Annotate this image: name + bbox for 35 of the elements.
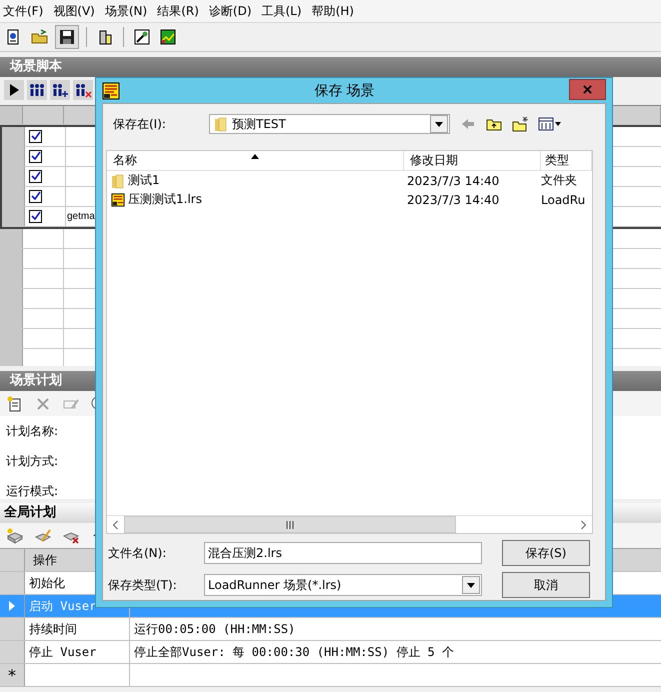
- file-name[interactable]: 测试1: [128, 172, 160, 189]
- folder-dropdown[interactable]: 预测TEST: [209, 114, 450, 134]
- panel-title: 场景脚本: [0, 57, 661, 77]
- file-name[interactable]: 压测测试1.lrs: [128, 191, 202, 208]
- field-label: 计划方式:: [5, 453, 60, 470]
- save-button[interactable]: 保存(S): [502, 540, 590, 566]
- column-header[interactable]: 修改日期: [404, 151, 541, 170]
- table-cell-text: 运行00:05:00 (HH:MM:SS): [133, 620, 296, 638]
- script-name: getma: [67, 211, 95, 222]
- column-header[interactable]: 类型: [541, 151, 592, 170]
- table-cell-text: 停止全部Vuser: 每 00:00:30 (HH:MM:SS) 停止 5 个: [133, 644, 455, 660]
- menu-item[interactable]: 文件(F): [0, 2, 50, 20]
- menu-item[interactable]: 结果(R): [154, 2, 206, 20]
- menu-item[interactable]: 诊断(D): [206, 2, 258, 20]
- file-type: LoadRu: [540, 192, 586, 206]
- menu-item[interactable]: 帮助(H): [308, 2, 361, 20]
- new-row-marker: *: [0, 664, 25, 686]
- table-row[interactable]: 停止 Vuser 停止全部Vuser: 每 00:00:30 (HH:MM:SS) 停止 5 个: [0, 641, 661, 664]
- cancel-button[interactable]: 取消: [502, 572, 590, 598]
- field-label: 计划名称:: [5, 423, 60, 440]
- modified-date: 2023/7/3 14:40: [406, 174, 500, 188]
- filename-field[interactable]: 混合压测2.lrs: [204, 542, 482, 564]
- column-header[interactable]: 名称: [107, 151, 404, 170]
- table-cell: 持续时间: [25, 618, 130, 640]
- menu-item[interactable]: 场景(N): [102, 2, 154, 20]
- file-type: 文件夹: [540, 172, 578, 189]
- table-cell: 停止 Vuser: [25, 641, 130, 663]
- field-label: 保存在(I):: [112, 116, 167, 132]
- dialog-title: 保存 场景: [313, 82, 376, 100]
- menu-item[interactable]: 视图(V): [50, 2, 102, 20]
- menu-item[interactable]: 工具(L): [258, 2, 309, 20]
- table-row[interactable]: 持续时间 运行00:05:00 (HH:MM:SS): [0, 618, 661, 641]
- file-type-dropdown[interactable]: LoadRunner 场景(*.lrs): [204, 574, 482, 596]
- modified-date: 2023/7/3 14:40: [406, 192, 500, 206]
- field-label: 运行模式:: [5, 483, 60, 500]
